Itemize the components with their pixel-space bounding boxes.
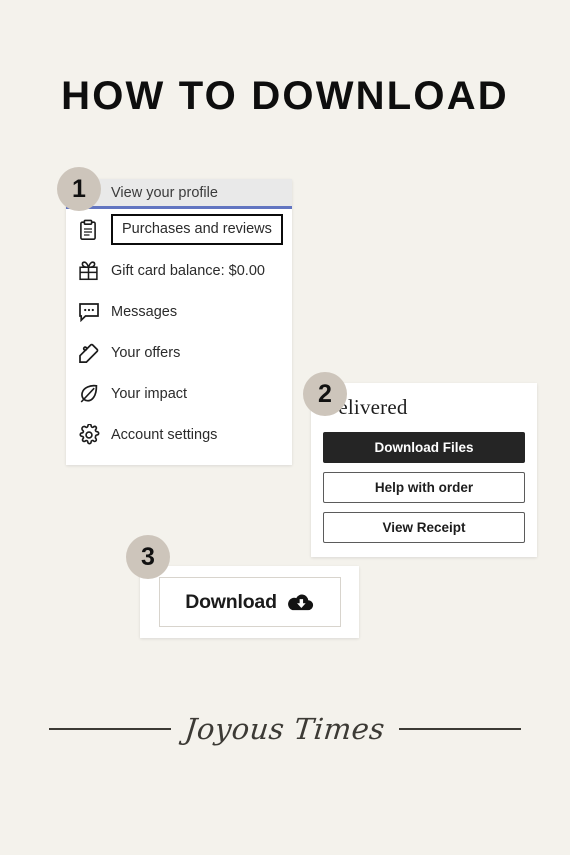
help-with-order-button[interactable]: Help with order — [323, 472, 525, 503]
clipboard-icon — [78, 218, 111, 242]
menu-item-label: Messages — [111, 303, 178, 320]
menu-item-label: Account settings — [111, 426, 218, 443]
footer: Joyous Times — [0, 712, 570, 746]
footer-rule-left — [49, 727, 172, 731]
menu-item-label: Your impact — [111, 385, 188, 402]
menu-item-label: Gift card balance: $0.00 — [111, 262, 265, 279]
account-menu-panel: View your profile Purchases and reviews … — [66, 179, 292, 465]
download-card: Download — [140, 566, 359, 638]
menu-item-your-impact[interactable]: Your impact — [66, 373, 292, 414]
menu-item-account-settings[interactable]: Account settings — [66, 414, 292, 455]
download-button-label: Download — [185, 590, 277, 613]
order-status-card: Delivered Download Files Help with order… — [311, 383, 537, 557]
menu-item-purchases-and-reviews[interactable]: Purchases and reviews — [66, 209, 292, 250]
message-bubble-icon — [78, 300, 111, 324]
menu-item-your-offers[interactable]: Your offers — [66, 332, 292, 373]
step-badge-1: 1 — [57, 167, 101, 211]
panel-bottom-spacer — [66, 455, 292, 465]
gear-icon — [78, 423, 111, 447]
menu-item-label: View your profile — [111, 184, 218, 201]
download-files-button[interactable]: Download Files — [323, 432, 525, 463]
view-receipt-button[interactable]: View Receipt — [323, 512, 525, 543]
menu-item-label: Your offers — [111, 344, 181, 361]
order-status-text: Delivered — [323, 395, 408, 419]
cloud-download-icon — [287, 592, 314, 613]
menu-item-label: Purchases and reviews — [111, 213, 283, 246]
footer-rule-right — [398, 727, 521, 731]
menu-item-messages[interactable]: Messages — [66, 291, 292, 332]
price-tag-icon — [78, 341, 111, 365]
step-badge-2: 2 — [303, 372, 347, 416]
brand-name: Joyous Times — [183, 712, 387, 746]
leaf-icon — [78, 382, 111, 406]
page-title: HOW TO DOWNLOAD — [61, 74, 509, 118]
download-button[interactable]: Download — [158, 577, 341, 627]
step-badge-3: 3 — [126, 535, 170, 579]
gift-icon — [78, 259, 111, 283]
menu-item-gift-card-balance[interactable]: Gift card balance: $0.00 — [66, 250, 292, 291]
